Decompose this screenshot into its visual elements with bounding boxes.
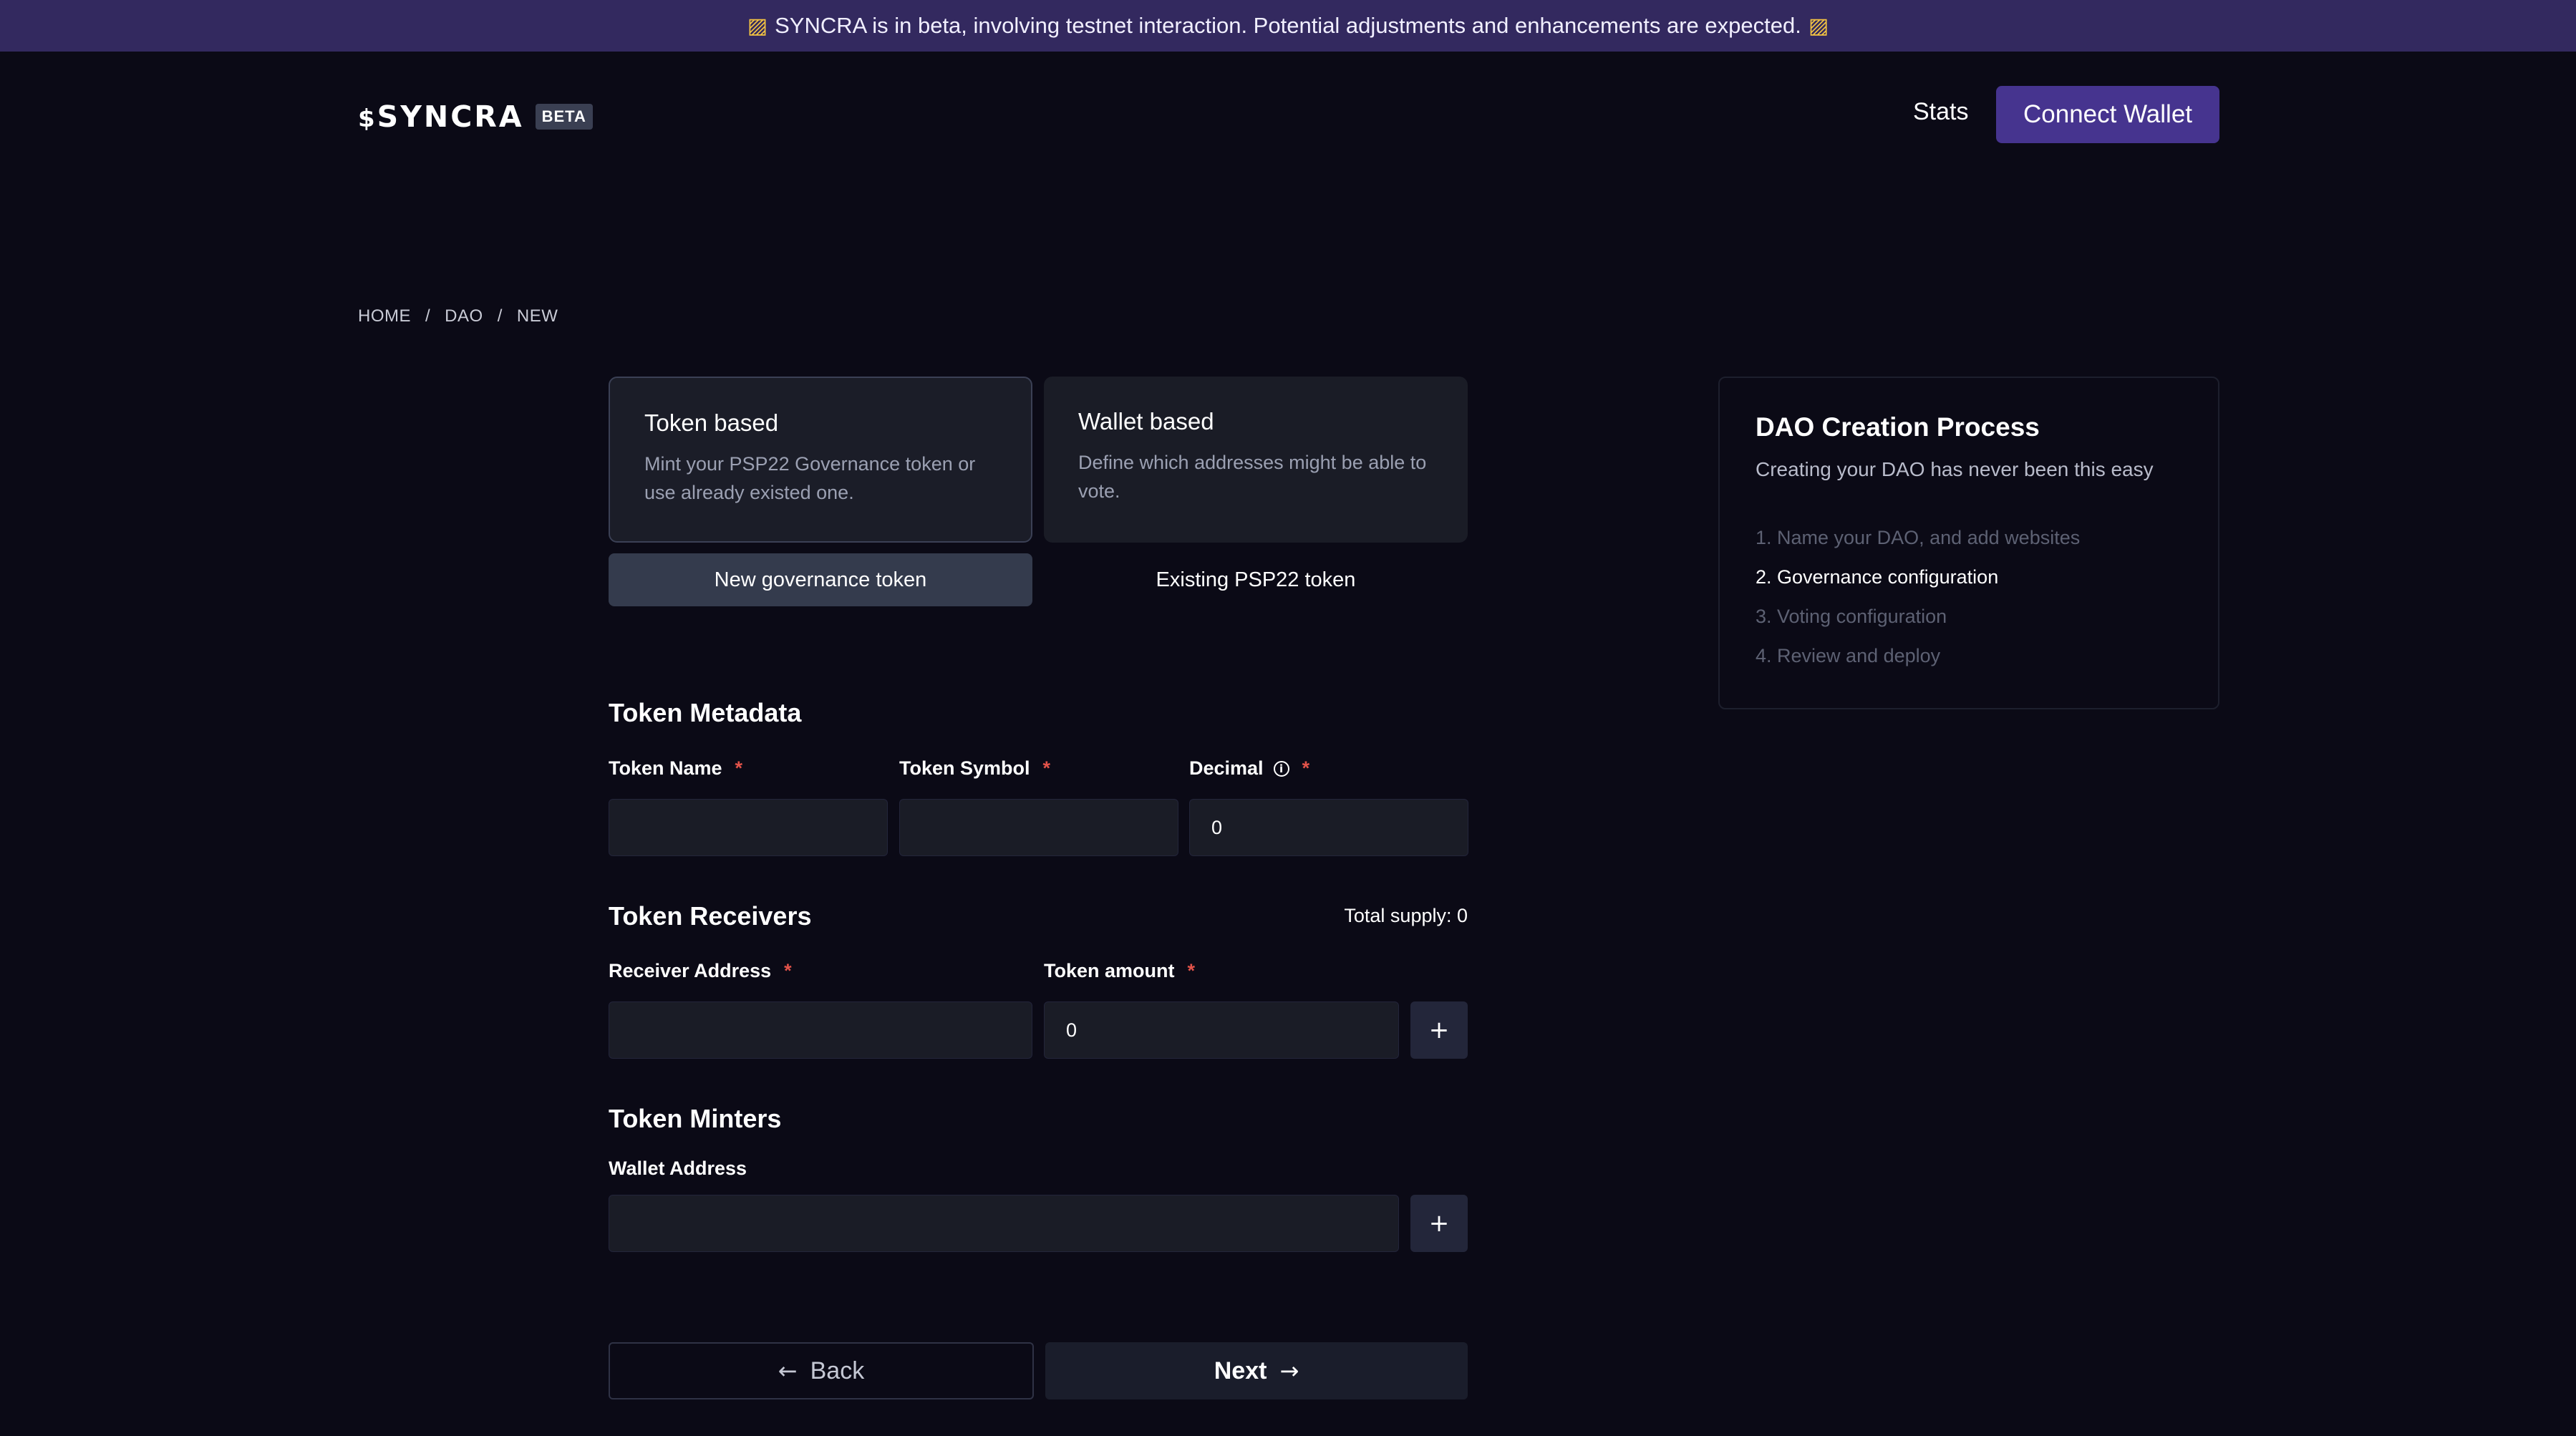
add-minter-button[interactable]: + (1410, 1195, 1468, 1252)
token-metadata-title: Token Metadata (609, 698, 802, 727)
dao-creation-process-panel: DAO Creation Process Creating your DAO h… (1718, 377, 2219, 709)
label-text: Wallet Address (609, 1158, 747, 1179)
process-step: 4. Review and deploy (1756, 645, 1941, 666)
breadcrumb-separator: / (497, 306, 503, 326)
card-title: Wallet based (1078, 408, 1214, 435)
breadcrumb-new: NEW (516, 306, 558, 326)
existing-psp22-token-tab[interactable]: Existing PSP22 token (1044, 553, 1468, 606)
process-step: 1. Name your DAO, and add websites (1756, 527, 2081, 548)
token-name-input[interactable] (609, 799, 888, 856)
required-mark: * (1042, 757, 1051, 779)
decimal-input[interactable] (1189, 799, 1468, 856)
back-label: Back (810, 1357, 865, 1384)
token-name-label: Token Name * (609, 757, 742, 780)
token-symbol-label: Token Symbol * (899, 757, 1050, 780)
connect-wallet-button[interactable]: Connect Wallet (1996, 86, 2219, 143)
plus-icon: + (1428, 1016, 1450, 1044)
label-text: Token Symbol (899, 757, 1030, 779)
total-supply: Total supply: 0 (1344, 905, 1468, 926)
beta-badge: BETA (535, 104, 593, 130)
token-amount-input[interactable] (1044, 1001, 1399, 1059)
next-button[interactable]: Next → (1045, 1342, 1468, 1399)
label-text: Receiver Address (609, 960, 772, 981)
nav-stats-link[interactable]: Stats (1913, 98, 1968, 126)
process-title: DAO Creation Process (1756, 412, 2040, 442)
breadcrumb: HOME / DAO / NEW (358, 306, 558, 326)
construction-icon: ▨ (1808, 14, 1829, 38)
logo-text: $SYNCRA (358, 100, 524, 134)
breadcrumb-dao[interactable]: DAO (445, 306, 483, 326)
receiver-address-label: Receiver Address * (609, 960, 792, 982)
label-text: Token Name (609, 757, 722, 779)
process-subtitle: Creating your DAO has never been this ea… (1756, 458, 2154, 480)
plus-icon: + (1428, 1209, 1450, 1238)
token-minters-title: Token Minters (609, 1104, 782, 1133)
card-description: Define which addresses might be able to … (1078, 452, 1427, 502)
label-text: Decimal (1189, 757, 1264, 779)
arrow-left-icon: ← (778, 1357, 798, 1384)
logo[interactable]: $SYNCRA BETA (358, 100, 593, 134)
token-amount-label: Token amount * (1044, 960, 1195, 982)
wallet-based-card[interactable]: Wallet based Define which addresses migh… (1044, 377, 1468, 543)
token-based-card[interactable]: Token based Mint your PSP22 Governance t… (609, 377, 1032, 543)
new-governance-token-tab[interactable]: New governance token (609, 553, 1032, 606)
required-mark: * (784, 960, 792, 981)
required-mark: * (1187, 960, 1196, 981)
required-mark: * (1302, 757, 1310, 779)
wallet-address-input[interactable] (609, 1195, 1399, 1252)
process-step: 3. Voting configuration (1756, 606, 1947, 627)
required-mark: * (735, 757, 743, 779)
breadcrumb-home[interactable]: HOME (358, 306, 411, 326)
banner-text: SYNCRA is in beta, involving testnet int… (775, 13, 1801, 38)
receiver-address-input[interactable] (609, 1001, 1032, 1059)
construction-icon: ▨ (747, 14, 768, 38)
arrow-right-icon: → (1279, 1357, 1299, 1384)
add-receiver-button[interactable]: + (1410, 1001, 1468, 1059)
decimal-label: Decimal i * (1189, 757, 1309, 780)
token-symbol-input[interactable] (899, 799, 1178, 856)
card-description: Mint your PSP22 Governance token or use … (644, 453, 976, 503)
next-label: Next (1214, 1357, 1267, 1384)
label-text: Token amount (1044, 960, 1175, 981)
process-step-current: 2. Governance configuration (1756, 566, 1999, 588)
beta-banner: ▨ SYNCRA is in beta, involving testnet i… (0, 0, 2576, 52)
token-receivers-title: Token Receivers (609, 901, 812, 931)
wallet-address-label: Wallet Address (609, 1158, 747, 1180)
back-button[interactable]: ← Back (609, 1342, 1034, 1399)
info-icon[interactable]: i (1273, 760, 1289, 777)
card-title: Token based (644, 409, 779, 436)
breadcrumb-separator: / (425, 306, 431, 326)
